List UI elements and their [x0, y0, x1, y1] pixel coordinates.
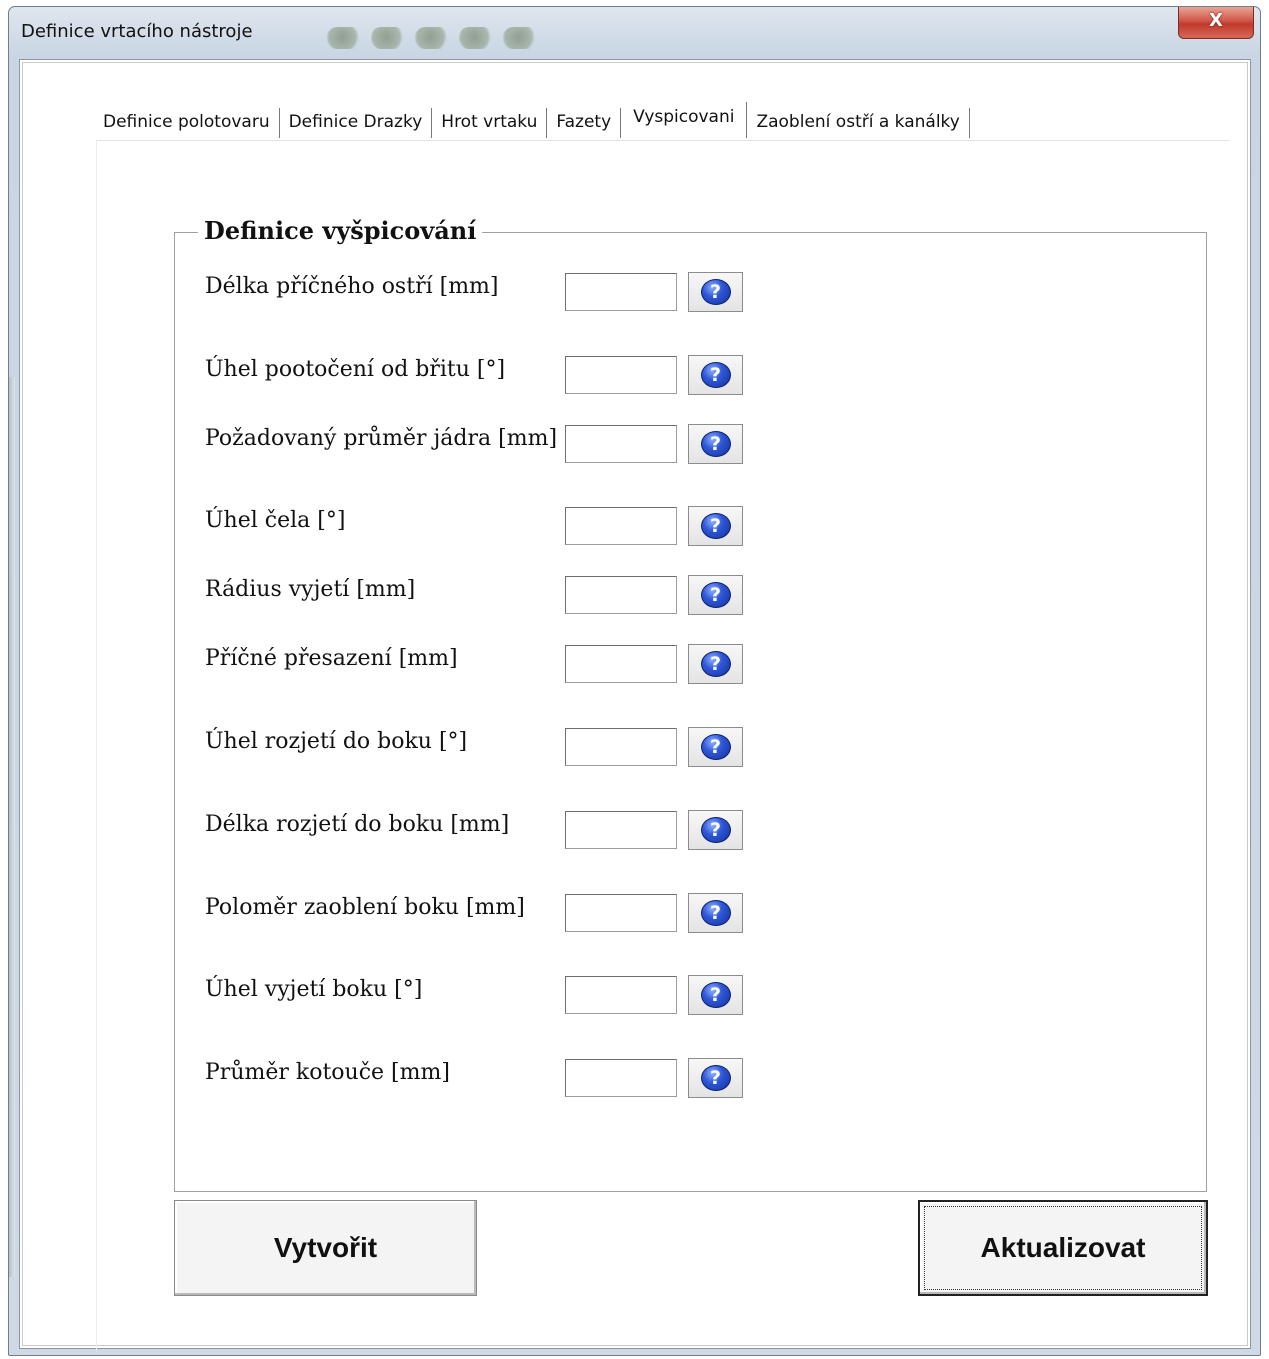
tab-definice-drazky[interactable]: Definice Drazky — [280, 108, 433, 138]
help-button-polomer-zaobleni[interactable]: ? — [688, 893, 743, 933]
help-question-icon: ? — [700, 734, 731, 760]
input-radius-vyjeti[interactable] — [565, 576, 677, 614]
label-polomer-zaobleni: Poloměr zaoblení boku [mm] — [205, 895, 525, 920]
help-button-delka-rozjeti[interactable]: ? — [688, 810, 743, 850]
close-button[interactable]: X — [1178, 7, 1254, 39]
help-question-icon: ? — [700, 279, 731, 305]
input-uhel-rozjeti[interactable] — [565, 728, 677, 766]
help-button-prumer-jadra[interactable]: ? — [688, 424, 743, 464]
label-pricne-presazeni: Příčné přesazení [mm] — [205, 646, 458, 671]
label-uhel-rozjeti: Úhel rozjetí do boku [°] — [205, 729, 468, 754]
help-button-uhel-cela[interactable]: ? — [688, 506, 743, 546]
input-delka-pricneho-ostri[interactable] — [565, 273, 677, 311]
create-button[interactable]: Vytvořit — [174, 1200, 477, 1296]
help-button-uhel-vyjeti-boku[interactable]: ? — [688, 975, 743, 1015]
input-uhel-pootoceni[interactable] — [565, 356, 677, 394]
input-uhel-vyjeti-boku[interactable] — [565, 976, 677, 1014]
help-question-icon: ? — [700, 362, 731, 388]
blurred-toolbar-icons — [327, 23, 577, 53]
help-button-pricne-presazeni[interactable]: ? — [688, 644, 743, 684]
help-button-prumer-kotouce[interactable]: ? — [688, 1058, 743, 1098]
blurred-icon — [415, 27, 449, 49]
input-uhel-cela[interactable] — [565, 507, 677, 545]
label-uhel-vyjeti-boku: Úhel vyjetí boku [°] — [205, 977, 423, 1002]
label-prumer-kotouce: Průměr kotouče [mm] — [205, 1060, 450, 1085]
input-polomer-zaobleni[interactable] — [565, 894, 677, 932]
input-prumer-jadra[interactable] — [565, 425, 677, 463]
input-prumer-kotouce[interactable] — [565, 1059, 677, 1097]
label-radius-vyjeti: Rádius vyjetí [mm] — [205, 577, 416, 602]
close-icon: X — [1209, 10, 1223, 31]
help-button-uhel-pootoceni[interactable]: ? — [688, 355, 743, 395]
create-button-label: Vytvořit — [273, 1232, 378, 1263]
label-prumer-jadra: Požadovaný průměr jádra [mm] — [205, 426, 558, 451]
window-left-edge — [9, 377, 15, 1277]
input-pricne-presazeni[interactable] — [565, 645, 677, 683]
dialog-window: Definice vrtacího nástroje X Definice po… — [8, 6, 1261, 1356]
help-button-radius-vyjeti[interactable]: ? — [688, 575, 743, 615]
help-question-icon: ? — [700, 651, 731, 677]
tab-strip: Definice polotovaru Definice Drazky Hrot… — [94, 102, 970, 138]
help-question-icon: ? — [700, 513, 731, 539]
tab-definice-polotovaru[interactable]: Definice polotovaru — [94, 108, 280, 138]
tab-zaobleni-ostri[interactable]: Zaoblení ostří a kanálky — [747, 108, 970, 138]
help-question-icon: ? — [700, 817, 731, 843]
help-question-icon: ? — [700, 900, 731, 926]
window-title: Definice vrtacího nástroje — [21, 21, 253, 42]
label-delka-pricneho-ostri: Délka příčného ostří [mm] — [205, 274, 499, 299]
blurred-icon — [503, 27, 537, 49]
help-question-icon: ? — [700, 982, 731, 1008]
focus-rectangle — [924, 1206, 1202, 1290]
label-uhel-cela: Úhel čela [°] — [205, 508, 346, 533]
help-question-icon: ? — [700, 431, 731, 457]
help-question-icon: ? — [700, 1065, 731, 1091]
tab-vyspicovani[interactable]: Vyspicovani — [621, 102, 748, 138]
dialog-client-area: Definice polotovaru Definice Drazky Hrot… — [19, 59, 1251, 1351]
label-delka-rozjeti: Délka rozjetí do boku [mm] — [205, 812, 510, 837]
blurred-icon — [371, 27, 405, 49]
help-question-icon: ? — [700, 582, 731, 608]
input-delka-rozjeti[interactable] — [565, 811, 677, 849]
help-button-uhel-rozjeti[interactable]: ? — [688, 727, 743, 767]
groupbox-title: Definice vyšpicování — [198, 216, 483, 245]
blurred-icon — [459, 27, 493, 49]
tab-hrot-vrtaku[interactable]: Hrot vrtaku — [432, 108, 548, 138]
blurred-icon — [327, 27, 361, 49]
help-button-delka-pricneho-ostri[interactable]: ? — [688, 272, 743, 312]
update-button[interactable]: Aktualizovat — [918, 1200, 1208, 1296]
label-uhel-pootoceni: Úhel pootočení od břitu [°] — [205, 357, 506, 382]
title-bar[interactable]: Definice vrtacího nástroje X — [9, 7, 1260, 57]
tab-fazety[interactable]: Fazety — [547, 108, 622, 138]
